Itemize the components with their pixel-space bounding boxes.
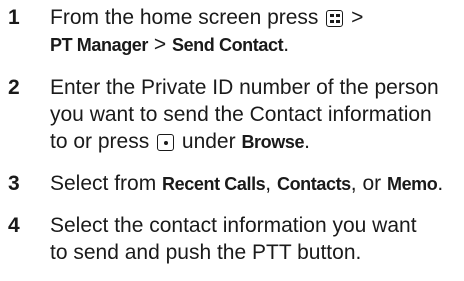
menu-path-send-contact: Send Contact [171,35,284,55]
step-line: Enter the Private ID number of the perso… [50,76,439,99]
step-line: From the home screen press > [50,4,460,31]
step-line: to or press under Browse. [50,128,460,155]
step-text: Enter the Private ID number of the perso… [50,74,460,155]
period: . [437,172,444,195]
separator: > [148,33,172,56]
separator: , [265,172,277,195]
step-number: 3 [8,172,20,195]
step-line: you want to send the Contact information [50,103,432,126]
step-text-segment: From the home screen press [50,6,319,29]
separator: > [351,6,364,29]
step-line: Select the contact information you want [50,214,417,237]
recent-calls-label: Recent Calls [162,174,266,194]
browse-label: Browse [241,132,305,152]
step-number: 4 [8,214,20,237]
step-text-segment: under [176,130,242,153]
separator: , or [350,172,387,195]
step-line: to send and push the PTT button. [50,241,362,264]
step-text: From the home screen press > PT Manager … [50,4,460,58]
contacts-label: Contacts [276,174,351,194]
period: . [283,33,290,56]
step-line: PT Manager > Send Contact. [50,31,460,58]
period: . [304,130,310,153]
step-text-segment: Select from [50,172,163,195]
menu-key-icon [326,10,344,27]
step-number: 2 [8,76,20,99]
step-text: Select the contact information you want … [50,212,460,266]
step-line: Select from Recent Calls, Contacts, or M… [50,170,460,197]
step-number: 1 [8,6,20,29]
center-select-key-icon [157,134,175,151]
step-text-segment: to or press [50,130,150,153]
step-text: Select from Recent Calls, Contacts, or M… [50,170,460,197]
menu-path-pt-manager: PT Manager [50,35,149,55]
memo-label: Memo [386,174,438,194]
